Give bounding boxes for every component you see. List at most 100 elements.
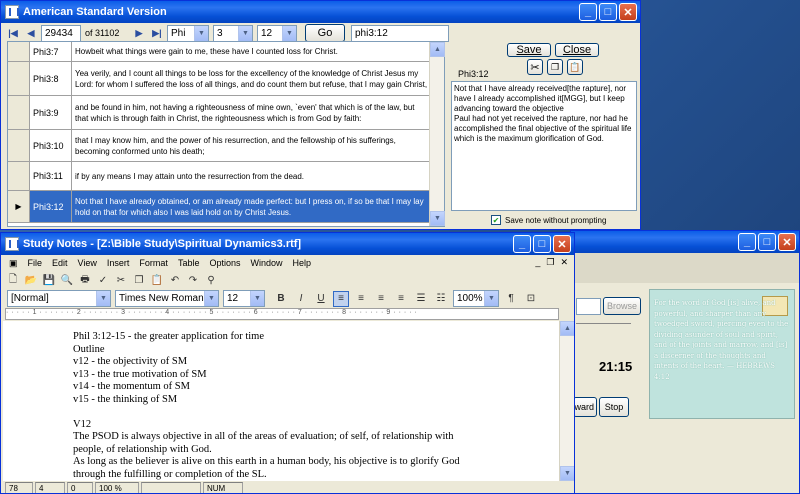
verse-select[interactable]: 12 ▼ (257, 24, 297, 42)
stop-button[interactable]: Stop (599, 397, 629, 417)
ruler-toggle-icon[interactable]: ⊡ (523, 291, 539, 307)
open-icon[interactable]: 📂 (23, 272, 39, 288)
paragraph-marks-icon[interactable]: ¶ (503, 291, 519, 307)
menu-window[interactable]: Window (250, 258, 282, 268)
close-button[interactable]: ✕ (553, 235, 571, 253)
menu-edit[interactable]: Edit (52, 258, 68, 268)
justify-icon[interactable]: ≡ (393, 291, 409, 307)
menu-table[interactable]: Table (178, 258, 200, 268)
verse-text: Howbeit what things were gain to me, the… (75, 47, 338, 56)
mdi-controls: _ ❐ ✕ (535, 257, 568, 268)
bullets-icon[interactable]: ☰ (413, 291, 429, 307)
verse-row[interactable]: ▶ Phi3:12 Not that I have already obtained… (8, 191, 431, 223)
chevron-down-icon: ▼ (204, 291, 218, 306)
numbering-icon[interactable]: ☷ (433, 291, 449, 307)
bold-icon[interactable]: B (273, 291, 289, 307)
cut-button[interactable]: ✂ (527, 59, 543, 75)
italic-icon[interactable]: I (293, 291, 309, 307)
spellcheck-icon[interactable]: ✓ (95, 272, 111, 288)
prev-record-icon[interactable]: ◀ (23, 25, 39, 41)
menu-options[interactable]: Options (209, 258, 240, 268)
document-scrollbar[interactable]: ▲ ▼ (559, 321, 574, 481)
go-button[interactable]: Go (305, 24, 345, 42)
find-icon[interactable]: ⚲ (203, 272, 219, 288)
scroll-up-icon[interactable]: ▲ (560, 321, 574, 336)
maximize-button[interactable]: □ (758, 233, 776, 251)
first-record-icon[interactable]: |◀ (5, 25, 21, 41)
verse-row[interactable]: Phi3:7 Howbeit what things were gain to m… (8, 42, 431, 62)
row-selector[interactable] (8, 162, 30, 190)
menu-file[interactable]: File (28, 258, 43, 268)
record-field[interactable]: 29434 (41, 24, 81, 42)
paste-button[interactable]: 📋 (567, 59, 583, 75)
align-left-icon[interactable]: ≡ (333, 290, 349, 307)
maximize-button[interactable]: □ (533, 235, 551, 253)
menu-insert[interactable]: Insert (107, 258, 130, 268)
status-cell: 4 (35, 482, 65, 493)
close-note-button[interactable]: Close (555, 43, 599, 57)
row-selector[interactable] (8, 62, 30, 95)
document-area[interactable]: Phil 3:12-15 - the greater application f… (3, 321, 559, 481)
copy-button[interactable]: ❐ (547, 59, 563, 75)
scroll-down-icon[interactable]: ▼ (430, 211, 445, 226)
vertical-scrollbar[interactable]: ▲ ▼ (429, 42, 445, 226)
copy-icon[interactable]: ❐ (131, 272, 147, 288)
print-preview-icon[interactable]: 🔍 (59, 272, 75, 288)
close-button[interactable]: ✕ (778, 233, 796, 251)
document-line: v12 - the objectivity of SM (73, 356, 188, 367)
verse-ref: Phi3:10 (30, 130, 72, 161)
browse-button[interactable]: Browse (603, 297, 641, 315)
reference-field[interactable]: phi3:12 (351, 24, 449, 42)
scroll-up-icon[interactable]: ▲ (430, 42, 445, 57)
menu-format[interactable]: Format (139, 258, 168, 268)
minimize-button[interactable]: _ (738, 233, 756, 251)
mdi-minimize-icon[interactable]: _ (535, 257, 540, 268)
document-line: V12 (73, 418, 92, 430)
next-record-icon[interactable]: ▶ (131, 25, 147, 41)
verse-row[interactable]: Phi3:8 Yea verily, and I count all things… (8, 62, 431, 96)
zoom-select[interactable]: 100% ▼ (453, 290, 499, 307)
minimize-button[interactable]: _ (513, 235, 531, 253)
row-selector[interactable] (8, 42, 30, 61)
close-button[interactable]: ✕ (619, 3, 637, 21)
paste-icon[interactable]: 📋 (149, 272, 165, 288)
row-selector[interactable]: ▶ (8, 191, 30, 222)
row-selector[interactable] (8, 96, 30, 129)
align-right-icon[interactable]: ≡ (373, 291, 389, 307)
underline-icon[interactable]: U (313, 291, 329, 307)
size-select[interactable]: 12 ▼ (223, 290, 265, 307)
mdi-restore-icon[interactable]: ❐ (546, 257, 554, 268)
verse-row[interactable]: Phi3:9 and be found in him, not having a … (8, 96, 431, 130)
new-icon[interactable]: 🗋 (5, 272, 21, 288)
mdi-close-icon[interactable]: ✕ (560, 257, 568, 268)
scroll-down-icon[interactable]: ▼ (560, 466, 574, 481)
redo-icon[interactable]: ↷ (185, 272, 201, 288)
document-line: Phil 3:12-15 - the greater application f… (73, 331, 264, 342)
print-icon[interactable]: 🖶 (77, 272, 93, 288)
book-select[interactable]: Phi ▼ (167, 24, 209, 42)
save-icon[interactable]: 💾 (41, 272, 57, 288)
chapter-select[interactable]: 3 ▼ (213, 24, 253, 42)
document-line: v13 - the true motivation of SM (73, 368, 207, 380)
minimize-button[interactable]: _ (579, 3, 597, 21)
note-editor[interactable]: Not that I have already received[the rap… (451, 81, 637, 211)
undo-icon[interactable]: ↶ (167, 272, 183, 288)
font-select[interactable]: Times New Roman ▼ (115, 290, 219, 307)
style-select[interactable]: [Normal] ▼ (7, 290, 111, 307)
verse-ref: Phi3:9 (30, 96, 72, 129)
save-without-prompt-checkbox[interactable]: ✔ Save note without prompting (491, 215, 606, 225)
cut-icon[interactable]: ✂ (113, 272, 129, 288)
row-selector[interactable] (8, 130, 30, 161)
verse-row[interactable]: Phi3:10 that I may know him, and the powe… (8, 130, 431, 162)
path-field[interactable] (576, 298, 601, 315)
format-toolbar: [Normal] ▼ Times New Roman ▼ 12 ▼ B I U ≡ ≡… (7, 290, 539, 307)
forward-button[interactable]: ward (573, 397, 597, 417)
menu-view[interactable]: View (78, 258, 97, 268)
align-center-icon[interactable]: ≡ (353, 291, 369, 307)
verse-text: and be found in him, not having a righte… (75, 102, 415, 123)
verse-row[interactable]: Phi3:11 if by any means I may attain unto… (8, 162, 431, 191)
save-note-button[interactable]: Save (507, 43, 551, 57)
menu-help[interactable]: Help (293, 258, 312, 268)
last-record-icon[interactable]: ▶| (149, 25, 165, 41)
maximize-button[interactable]: □ (599, 3, 617, 21)
